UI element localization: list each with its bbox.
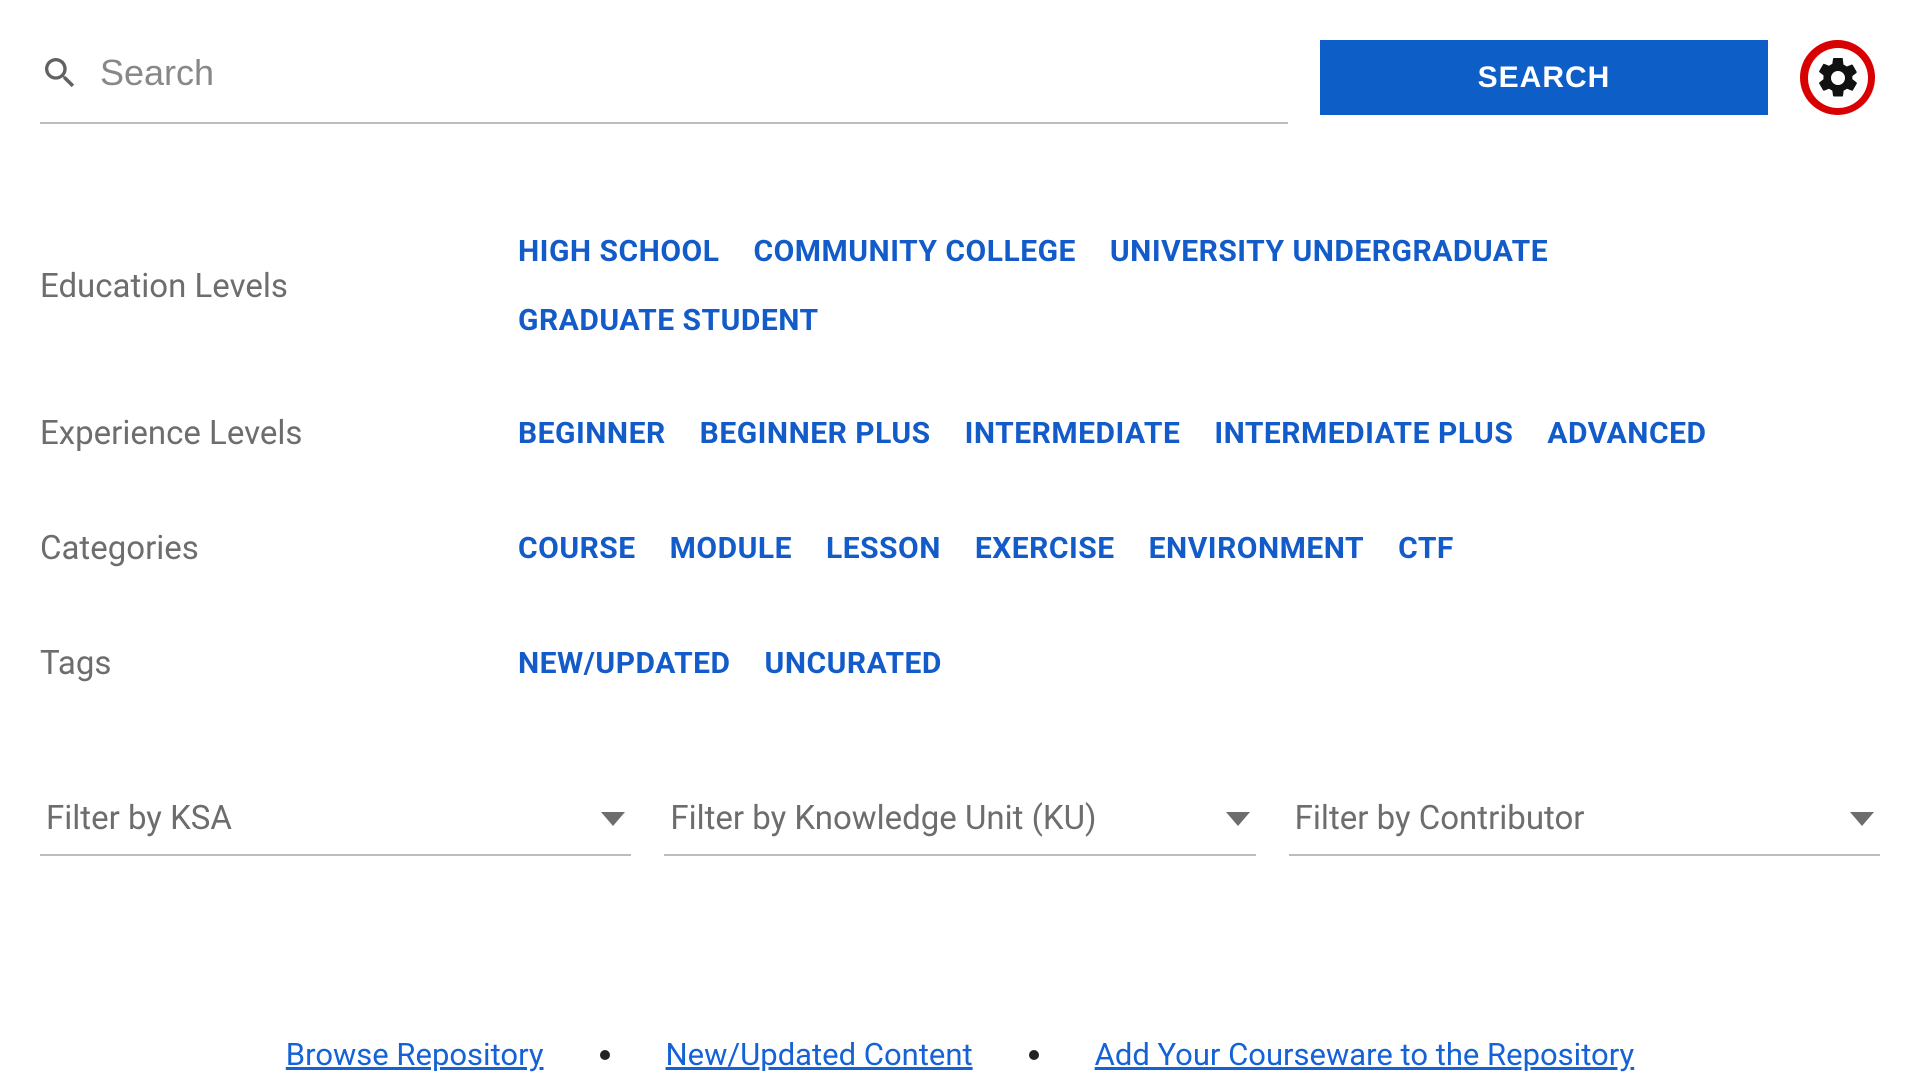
chevron-down-icon — [1850, 812, 1874, 826]
separator-dot — [1029, 1050, 1039, 1060]
chip-module[interactable]: MODULE — [670, 531, 792, 566]
experience-levels-label: Experience Levels — [40, 414, 518, 453]
categories-chips: COURSE MODULE LESSON EXERCISE ENVIRONMEN… — [518, 531, 1454, 566]
chip-lesson[interactable]: LESSON — [826, 531, 941, 566]
filter-ksa-label: Filter by KSA — [46, 799, 232, 838]
chip-advanced[interactable]: ADVANCED — [1547, 416, 1706, 451]
separator-dot — [600, 1050, 610, 1060]
bottom-links: Browse Repository New/Updated Content Ad… — [40, 1036, 1880, 1073]
settings-button[interactable] — [1800, 40, 1875, 115]
chip-intermediate-plus[interactable]: INTERMEDIATE PLUS — [1214, 416, 1513, 451]
link-browse-repository[interactable]: Browse Repository — [286, 1036, 544, 1073]
top-row: SEARCH — [40, 40, 1880, 124]
experience-levels-chips: BEGINNER BEGINNER PLUS INTERMEDIATE INTE… — [518, 416, 1706, 451]
experience-levels-row: Experience Levels BEGINNER BEGINNER PLUS… — [40, 414, 1880, 453]
selects-row: Filter by KSA Filter by Knowledge Unit (… — [40, 783, 1880, 856]
education-levels-row: Education Levels HIGH SCHOOL COMMUNITY C… — [40, 234, 1880, 338]
search-field-wrap — [40, 40, 1288, 124]
education-levels-label: Education Levels — [40, 267, 518, 306]
link-add-courseware[interactable]: Add Your Courseware to the Repository — [1095, 1036, 1635, 1073]
gear-icon — [1814, 54, 1862, 102]
chip-community-college[interactable]: COMMUNITY COLLEGE — [753, 234, 1075, 269]
settings-inner — [1808, 48, 1868, 108]
filter-rows: Education Levels HIGH SCHOOL COMMUNITY C… — [40, 234, 1880, 683]
tags-label: Tags — [40, 644, 518, 683]
categories-label: Categories — [40, 529, 518, 568]
filter-contributor-select[interactable]: Filter by Contributor — [1289, 783, 1880, 856]
chevron-down-icon — [1226, 812, 1250, 826]
search-input[interactable] — [100, 52, 1288, 94]
filter-ku-label: Filter by Knowledge Unit (KU) — [670, 799, 1096, 838]
chip-high-school[interactable]: HIGH SCHOOL — [518, 234, 719, 269]
chip-beginner-plus[interactable]: BEGINNER PLUS — [700, 416, 931, 451]
chip-beginner[interactable]: BEGINNER — [518, 416, 666, 451]
search-button[interactable]: SEARCH — [1320, 40, 1768, 115]
filter-ku-select[interactable]: Filter by Knowledge Unit (KU) — [664, 783, 1255, 856]
search-icon — [40, 53, 80, 93]
tags-row: Tags NEW/UPDATED UNCURATED — [40, 644, 1880, 683]
chip-environment[interactable]: ENVIRONMENT — [1149, 531, 1364, 566]
link-new-updated-content[interactable]: New/Updated Content — [666, 1036, 973, 1073]
chip-graduate-student[interactable]: GRADUATE STUDENT — [518, 303, 819, 338]
chip-course[interactable]: COURSE — [518, 531, 636, 566]
filter-contributor-label: Filter by Contributor — [1295, 799, 1585, 838]
chip-uncurated[interactable]: UNCURATED — [765, 646, 942, 681]
chip-ctf[interactable]: CTF — [1398, 531, 1454, 566]
tags-chips: NEW/UPDATED UNCURATED — [518, 646, 942, 681]
chip-exercise[interactable]: EXERCISE — [975, 531, 1115, 566]
education-levels-chips: HIGH SCHOOL COMMUNITY COLLEGE UNIVERSITY… — [518, 234, 1880, 338]
chip-new-updated[interactable]: NEW/UPDATED — [518, 646, 731, 681]
filter-ksa-select[interactable]: Filter by KSA — [40, 783, 631, 856]
chip-intermediate[interactable]: INTERMEDIATE — [965, 416, 1181, 451]
chevron-down-icon — [601, 812, 625, 826]
categories-row: Categories COURSE MODULE LESSON EXERCISE… — [40, 529, 1880, 568]
chip-university-undergraduate[interactable]: UNIVERSITY UNDERGRADUATE — [1110, 234, 1548, 269]
